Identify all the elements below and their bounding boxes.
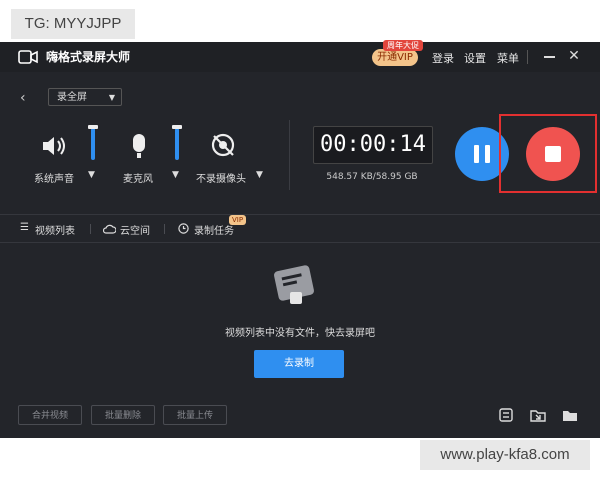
login-link[interactable]: 登录 [432, 50, 454, 66]
promo-badge: 周年大促 [383, 40, 423, 51]
export-icon[interactable] [498, 408, 514, 422]
microphone-label: 麦克风 [123, 174, 153, 185]
app-title: 嗨格式录屏大师 [46, 50, 131, 64]
section-divider [289, 120, 290, 190]
speaker-icon[interactable] [40, 132, 70, 160]
tab-divider [90, 224, 91, 234]
camera-off-icon[interactable] [208, 132, 238, 160]
settings-link[interactable]: 设置 [464, 50, 486, 66]
microphone-dropdown-icon[interactable]: ▼ [172, 170, 179, 180]
back-arrow-icon[interactable]: ‹ [20, 90, 26, 106]
open-vip-button[interactable]: 开通VIP [372, 49, 418, 66]
tab-video-list[interactable]: 视频列表 [35, 222, 75, 237]
go-record-button[interactable]: 去录制 [254, 350, 344, 378]
system-volume-slider[interactable] [88, 125, 98, 160]
chevron-down-icon: ▼ [108, 93, 115, 102]
tab-record-tasks[interactable]: 录制任务 [194, 222, 234, 237]
recording-timer: 00:00:14 [313, 126, 433, 164]
app-logo-icon [18, 50, 38, 64]
recorder-window: 嗨格式录屏大师 开通VIP 周年大促 登录 设置 菜单 ✕ ‹ 录全屏 ▼ 系统… [0, 40, 600, 438]
system-sound-dropdown-icon[interactable]: ▼ [88, 170, 95, 180]
pause-icon-bar [485, 145, 490, 163]
tabs-top-divider [0, 214, 600, 215]
camera-dropdown-icon[interactable]: ▼ [256, 170, 263, 180]
batch-delete-button[interactable]: 批量删除 [91, 405, 155, 425]
clock-icon [178, 223, 189, 234]
vip-tag: VIP [229, 215, 247, 225]
watermark-bottom: www.play-kfa8.com [420, 440, 590, 470]
import-icon[interactable] [530, 408, 546, 422]
camera-label: 不录摄像头 [196, 174, 246, 185]
watermark-top: TG: MYYJJPP [11, 9, 135, 39]
system-sound-label: 系统声音 [34, 174, 74, 185]
microphone-icon[interactable] [124, 132, 154, 160]
record-mode-value: 录全屏 [57, 92, 87, 103]
microphone-volume-slider[interactable] [172, 125, 182, 160]
highlight-frame [499, 114, 597, 193]
pause-icon [474, 145, 479, 163]
list-icon: ☰ [20, 222, 29, 233]
titlebar-divider [527, 50, 528, 64]
title-bar: 嗨格式录屏大师 开通VIP 周年大促 登录 设置 菜单 ✕ [0, 40, 600, 72]
record-mode-select[interactable]: 录全屏 ▼ [48, 88, 122, 106]
batch-upload-button[interactable]: 批量上传 [163, 405, 227, 425]
recording-size: 548.57 KB/58.95 GB [326, 172, 418, 182]
close-icon[interactable]: ✕ [567, 49, 581, 63]
menu-link[interactable]: 菜单 [497, 50, 519, 66]
open-folder-icon[interactable] [562, 408, 578, 422]
empty-state-message: 视频列表中没有文件，快去录屏吧 [225, 328, 375, 339]
empty-folder-icon [274, 265, 314, 304]
minimize-icon[interactable] [544, 56, 555, 58]
tabs-bottom-divider [0, 242, 600, 243]
cloud-icon [103, 224, 116, 234]
tab-divider [164, 224, 165, 234]
merge-videos-button[interactable]: 合并视频 [18, 405, 82, 425]
tab-cloud-space[interactable]: 云空间 [120, 222, 150, 237]
